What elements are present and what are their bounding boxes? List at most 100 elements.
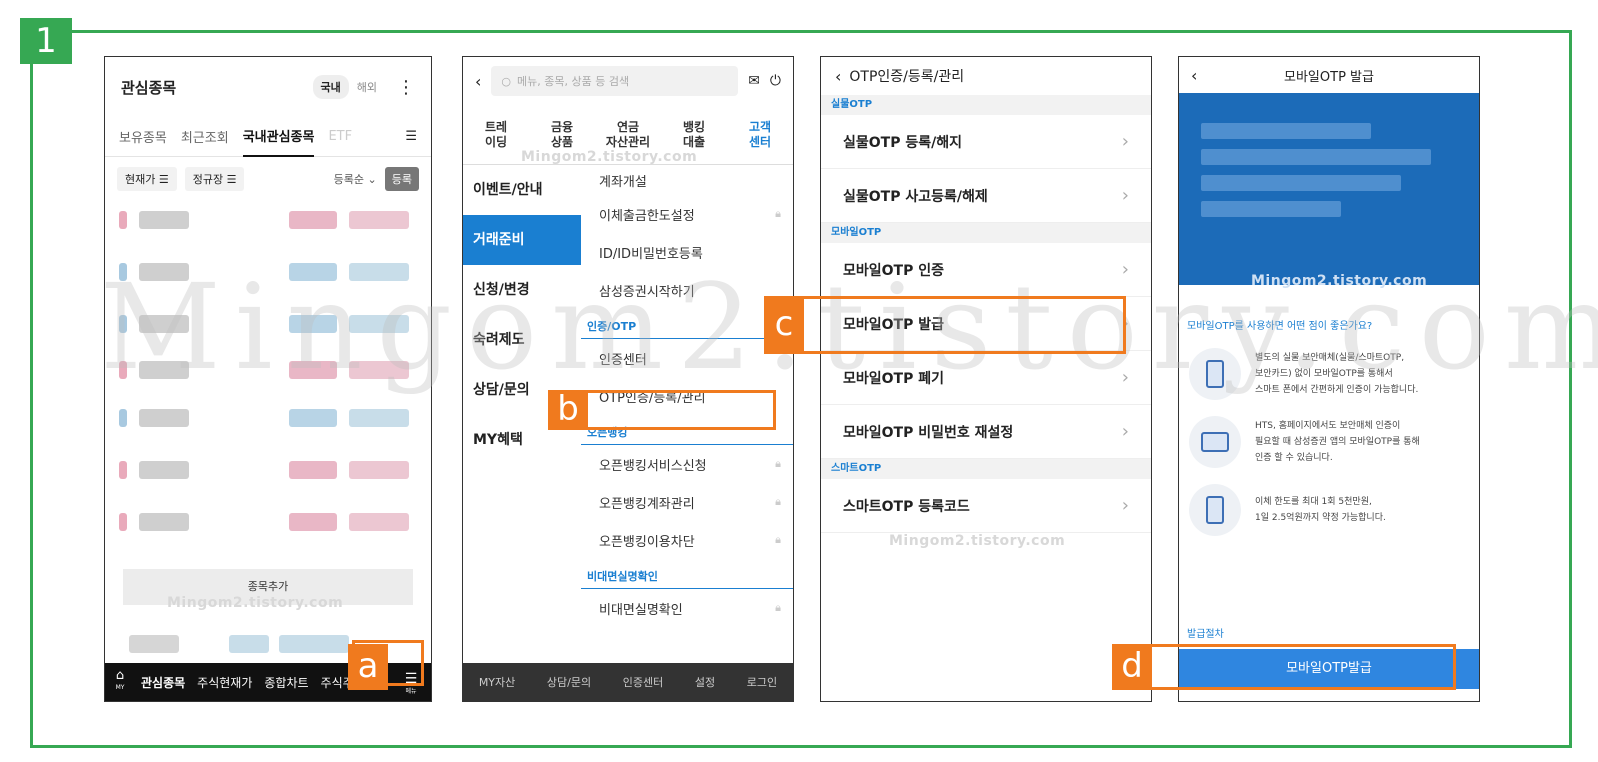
feature-text: 별도의 실물 보안매체(실물/스마트OTP, 보안카드) 없이 모바일OTP를 … [1255, 353, 1419, 395]
callout-label-a: a [348, 644, 388, 690]
menu-label: 메뉴 [405, 688, 417, 695]
toggle-overseas[interactable]: 해외 [349, 75, 385, 99]
search-input[interactable]: ○ 메뉴, 종목, 상품 등 검색 [491, 66, 739, 96]
submenu-item-label: ID/ID비밀번호등록 [599, 246, 703, 262]
tab-domestic-watch[interactable]: 국내관심종목 [242, 116, 315, 157]
section-otp: 인증/OTP [581, 309, 793, 339]
left-nav-event[interactable]: 이벤트/안내 [463, 165, 581, 215]
cat-pension-label: 연금 자산관리 [605, 119, 651, 149]
list-item[interactable] [119, 207, 419, 233]
chevron-right-icon: › [1121, 185, 1129, 206]
submenu-item-label: 오픈뱅킹서비스신청 [599, 458, 707, 474]
nav-watchlist[interactable]: 관심종목 [135, 674, 191, 691]
otp-topbar: ‹ OTP인증/등록/관리 [821, 57, 1151, 95]
cat-support[interactable]: 고객 센터 [727, 105, 793, 164]
section-smart-otp: 스마트OTP [821, 459, 1151, 479]
submenu-item-label: 오픈뱅킹이용차단 [599, 534, 695, 550]
callout-label-c: c [764, 296, 804, 354]
page-title: OTP인증/등록/관리 [849, 69, 965, 85]
home-label: MY [115, 684, 125, 691]
submenu-item[interactable]: 오픈뱅킹서비스신청 🔒︎ [581, 445, 793, 483]
nav-chart[interactable]: 종합차트 [258, 674, 314, 691]
filter-price[interactable]: 현재가 ☰ [117, 167, 177, 191]
tab-holdings[interactable]: 보유종목 [119, 117, 167, 156]
mail-icon[interactable]: ✉ [748, 73, 760, 89]
chevron-right-icon: › [1121, 367, 1129, 388]
otp-menu-row[interactable]: 실물OTP 등록/해지 › [821, 115, 1151, 169]
nav-my-assets[interactable]: MY자산 [479, 674, 515, 690]
submenu-item[interactable]: 오픈뱅킹이용차단 🔒︎ [581, 521, 793, 559]
submenu-item[interactable]: 삼성증권시작하기 [581, 271, 793, 309]
submenu-item[interactable]: 오픈뱅킹계좌관리 🔒︎ [581, 483, 793, 521]
section-nonface: 비대면실명확인 [581, 559, 793, 589]
cat-trading-label: 트레 이딩 [484, 119, 508, 149]
procedure-link[interactable]: 발급절차 [1187, 625, 1224, 640]
watchlist-header: 관심종목 국내 해외 ⋮ [105, 57, 431, 117]
list-item[interactable] [119, 311, 419, 337]
nav-stock-price[interactable]: 주식현재가 [191, 674, 258, 691]
tab-recent[interactable]: 최근조회 [181, 117, 229, 156]
power-icon[interactable]: ⏻ [770, 73, 781, 89]
cat-banking-label: 뱅킹 대출 [682, 119, 706, 149]
submenu-item-label: 비대면실명확인 [599, 602, 683, 618]
bottom-nav: MY자산 상담/문의 인증센터 설정 로그인 [463, 663, 793, 701]
submenu-item[interactable]: 인증센터 [581, 339, 793, 377]
callout-box-c [764, 296, 1126, 354]
submenu-item[interactable]: ID/ID비밀번호등록 [581, 233, 793, 271]
back-icon[interactable]: ‹ [475, 72, 481, 91]
register-button[interactable]: 등록 [384, 167, 419, 191]
submenu-item[interactable]: 이체출금한도설정 🔒︎ [581, 195, 793, 233]
phone-icon [1189, 348, 1241, 400]
list-item[interactable] [119, 259, 419, 285]
nav-settings[interactable]: 설정 [695, 674, 715, 690]
callout-box-d [1112, 644, 1456, 690]
sort-select[interactable]: 등록순 ⌄ [334, 171, 377, 187]
search-placeholder: 메뉴, 종목, 상품 등 검색 [517, 75, 630, 88]
cat-trading[interactable]: 트레 이딩 [463, 105, 529, 164]
list-item[interactable] [119, 457, 419, 483]
list-settings-icon[interactable]: ☰ [405, 119, 417, 154]
row-label: 스마트OTP 등록코드 [843, 498, 970, 515]
tab-etf[interactable]: ETF [328, 119, 352, 154]
feature-text: 이체 한도를 최대 1회 5천만원, 1일 2.5억원까지 약정 가능합니다. [1255, 497, 1386, 523]
monitor-icon [1189, 416, 1241, 468]
back-icon[interactable]: ‹ [835, 67, 841, 86]
phone-otp-manage: ‹ OTP인증/등록/관리 실물OTP 실물OTP 등록/해지 › 실물OTP 사… [820, 56, 1152, 702]
watermark-text: Mingom2.tistory.com [889, 533, 1066, 549]
otp-menu-row[interactable]: 모바일OTP 비밀번호 재설정 › [821, 405, 1151, 459]
lock-icon: 🔒︎ [775, 207, 781, 220]
otp-menu-row[interactable]: 모바일OTP 인증 › [821, 243, 1151, 297]
submenu-item-label: 인증센터 [599, 352, 647, 368]
cat-products-label: 금융 상품 [550, 119, 574, 149]
menu-topbar: ‹ ○ 메뉴, 종목, 상품 등 검색 ✉ ⏻ [463, 57, 793, 105]
otp-menu-row[interactable]: 스마트OTP 등록코드 › [821, 479, 1151, 533]
list-item[interactable] [119, 509, 419, 535]
transfer-icon [1189, 484, 1241, 536]
nav-login[interactable]: 로그인 [747, 674, 777, 690]
more-icon[interactable]: ⋮ [397, 77, 415, 98]
benefit-question: 모바일OTP를 사용하면 어떤 점이 좋은가요? [1187, 321, 1373, 332]
search-icon: ○ [501, 74, 512, 88]
list-item[interactable] [119, 405, 419, 431]
toggle-domestic[interactable]: 국내 [312, 75, 349, 99]
nav-consult[interactable]: 상담/문의 [547, 674, 591, 690]
nav-auth-center[interactable]: 인증센터 [623, 674, 663, 690]
list-item[interactable] [119, 357, 419, 383]
home-icon[interactable]: ⌂ MY [105, 669, 135, 694]
watchlist-tabs: 보유종목 최근조회 국내관심종목 ETF ☰ [105, 117, 431, 157]
lock-icon: 🔒︎ [775, 533, 781, 546]
submenu-item[interactable]: 계좌개설 [581, 165, 793, 195]
left-nav-cooling[interactable]: 숙려제도 [463, 315, 581, 365]
left-nav-prepare[interactable]: 거래준비 [463, 215, 581, 265]
left-nav-apply[interactable]: 신청/변경 [463, 265, 581, 315]
otp-menu-row[interactable]: 모바일OTP 폐기 › [821, 351, 1151, 405]
cat-support-label: 고객 센터 [748, 119, 772, 149]
submenu-item[interactable]: 비대면실명확인 🔒︎ [581, 589, 793, 627]
filter-session-label: 정규장 [192, 173, 224, 186]
feature-text: HTS, 홈페이지에서도 보안매체 인증이 필요할 때 삼성증권 앱의 모바일O… [1255, 421, 1420, 463]
otp-menu-row[interactable]: 실물OTP 사고등록/해제 › [821, 169, 1151, 223]
filter-session[interactable]: 정규장 ☰ [184, 167, 245, 191]
phone-watchlist: 관심종목 국내 해외 ⋮ 보유종목 최근조회 국내관심종목 ETF ☰ 현재가 … [104, 56, 432, 702]
back-icon[interactable]: ‹ [1191, 66, 1197, 85]
row-label: 실물OTP 사고등록/해제 [843, 188, 988, 205]
